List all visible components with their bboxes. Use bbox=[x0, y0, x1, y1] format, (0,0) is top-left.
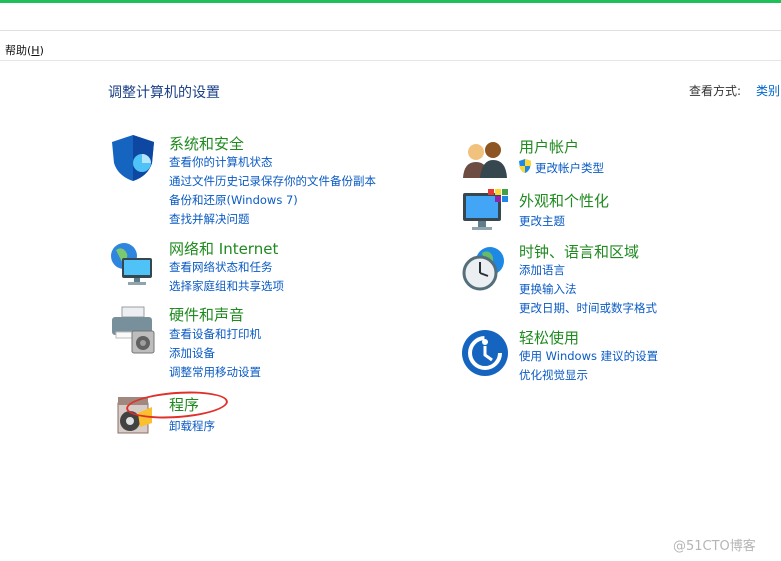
ease-of-access-icon[interactable] bbox=[460, 328, 510, 378]
link-file-history-backup[interactable]: 通过文件历史记录保存你的文件备份副本 bbox=[169, 173, 376, 189]
view-by-label: 查看方式: bbox=[689, 84, 742, 98]
link-backup-restore-win7[interactable]: 备份和还原(Windows 7) bbox=[169, 192, 298, 208]
link-troubleshoot[interactable]: 查找并解决问题 bbox=[169, 211, 250, 227]
link-change-theme[interactable]: 更改主题 bbox=[519, 213, 565, 229]
link-add-language[interactable]: 添加语言 bbox=[519, 262, 565, 278]
category-network-internet-title[interactable]: 网络和 Internet bbox=[169, 238, 278, 259]
link-mobility-settings[interactable]: 调整常用移动设置 bbox=[169, 364, 261, 380]
users-icon[interactable] bbox=[460, 136, 510, 186]
menu-help[interactable]: 帮助(H) bbox=[5, 42, 44, 58]
shield-icon[interactable] bbox=[108, 133, 158, 183]
link-homegroup-sharing[interactable]: 选择家庭组和共享选项 bbox=[169, 278, 284, 294]
category-hardware-sound-title[interactable]: 硬件和声音 bbox=[169, 304, 244, 325]
programs-box-icon[interactable] bbox=[112, 393, 158, 439]
link-network-status[interactable]: 查看网络状态和任务 bbox=[169, 259, 273, 275]
menu-bar: 帮助(H) bbox=[0, 31, 781, 61]
link-add-device[interactable]: 添加设备 bbox=[169, 345, 215, 361]
category-user-accounts-title[interactable]: 用户帐户 bbox=[519, 136, 579, 157]
category-appearance-title[interactable]: 外观和个性化 bbox=[519, 190, 609, 211]
uac-shield-icon bbox=[517, 158, 533, 174]
monitor-palette-icon[interactable] bbox=[460, 187, 510, 237]
network-globe-icon[interactable] bbox=[108, 238, 158, 288]
category-system-security-title[interactable]: 系统和安全 bbox=[169, 133, 244, 154]
link-change-date-time-format[interactable]: 更改日期、时间或数字格式 bbox=[519, 300, 657, 316]
category-clock-region-title[interactable]: 时钟、语言和区域 bbox=[519, 241, 639, 262]
page-title: 调整计算机的设置 bbox=[108, 85, 220, 101]
category-programs-title[interactable]: 程序 bbox=[169, 394, 199, 415]
address-bar-area bbox=[0, 3, 781, 31]
watermark-text: @51CTO博客 bbox=[673, 539, 756, 554]
category-ease-of-access-title[interactable]: 轻松使用 bbox=[519, 327, 579, 348]
link-uninstall-program[interactable]: 卸载程序 bbox=[169, 418, 215, 434]
view-by-dropdown[interactable]: 类别 bbox=[756, 82, 780, 99]
link-change-account-type[interactable]: 更改帐户类型 bbox=[535, 160, 604, 176]
link-optimize-visual-display[interactable]: 优化视觉显示 bbox=[519, 367, 588, 383]
printer-speaker-icon[interactable] bbox=[108, 305, 158, 355]
link-windows-recommended-settings[interactable]: 使用 Windows 建议的设置 bbox=[519, 348, 658, 364]
clock-globe-icon[interactable] bbox=[460, 243, 510, 293]
link-devices-printers[interactable]: 查看设备和打印机 bbox=[169, 326, 261, 342]
link-view-computer-status[interactable]: 查看你的计算机状态 bbox=[169, 154, 273, 170]
link-change-input-method[interactable]: 更换输入法 bbox=[519, 281, 577, 297]
